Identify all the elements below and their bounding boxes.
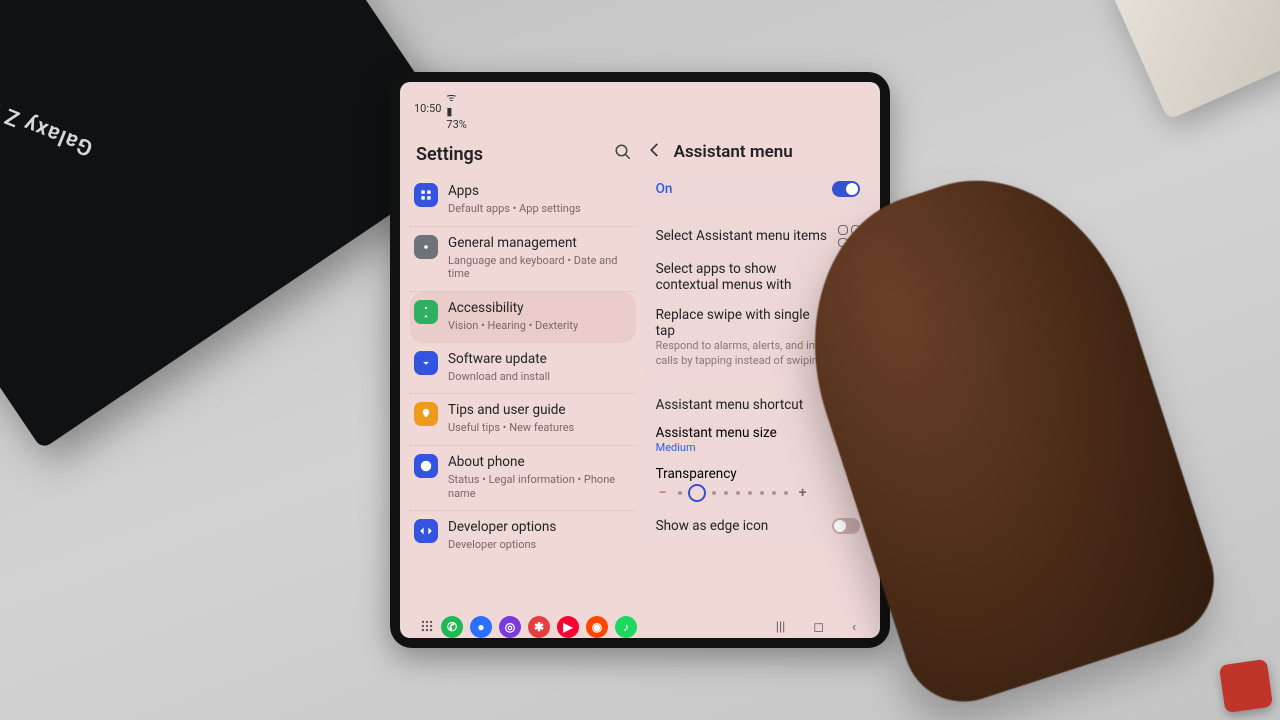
sidebar-item-sub: Useful tips • New features <box>448 421 574 435</box>
sidebar-item-tips[interactable]: Tips and user guide Useful tips • New fe… <box>410 394 636 446</box>
wifi-icon: ᯤ <box>446 90 864 105</box>
status-right: ᯤ ▮ 73% <box>441 86 870 131</box>
sidebar-item-general-management[interactable]: General management Language and keyboard… <box>410 227 636 292</box>
status-bar: 10:50 ᯤ ▮ 73% <box>400 82 880 133</box>
settings-master-panel: Settings Apps Default apps • App setting… <box>400 133 640 612</box>
page-title: Settings <box>416 144 483 165</box>
accessibility-icon <box>414 300 438 324</box>
app-drawer-icon[interactable] <box>420 618 434 637</box>
edge-row[interactable]: Show as edge icon <box>656 518 860 534</box>
detail-title: Assistant menu <box>674 142 793 162</box>
lightbulb-icon <box>414 402 438 426</box>
back-button[interactable] <box>646 141 664 163</box>
size-row[interactable]: Assistant menu size Medium <box>656 425 860 454</box>
master-toggle[interactable] <box>832 181 860 197</box>
replace-swipe-desc: Respond to alarms, alerts, and incoming … <box>656 339 860 369</box>
download-icon <box>414 351 438 375</box>
sidebar-item-label: Developer options <box>448 519 556 536</box>
select-apps-row[interactable]: Select apps to show contextual menus wit… <box>656 261 860 293</box>
size-value: Medium <box>656 441 860 454</box>
channel-watermark <box>1219 659 1273 713</box>
dock-app-spotify[interactable]: ♪ <box>615 616 637 638</box>
screen: 10:50 ᯤ ▮ 73% Settings Apps <box>400 82 880 638</box>
replace-swipe-label: Replace swipe with single tap <box>656 307 826 339</box>
transparency-slider[interactable]: − + <box>656 482 860 506</box>
dock-app-reddit[interactable]: ◉ <box>586 616 608 638</box>
battery-text: 73% <box>446 118 864 131</box>
sidebar-item-sub: Language and keyboard • Date and time <box>448 254 630 282</box>
tablet-device: 10:50 ᯤ ▮ 73% Settings Apps <box>390 72 890 648</box>
sidebar-item-label: About phone <box>448 454 630 471</box>
taskbar: ✆ ● ◎ ✱ ▶ ◉ ♪ ||| ◻ ‹ <box>400 612 880 638</box>
dock-app-gallery[interactable]: ✱ <box>528 616 550 638</box>
shortcut-toggle[interactable] <box>832 397 860 413</box>
sidebar-item-developer-options[interactable]: Developer options Developer options <box>410 511 636 562</box>
select-items-label: Select Assistant menu items <box>656 228 827 244</box>
sidebar-item-label: General management <box>448 235 630 252</box>
slider-thumb[interactable] <box>688 484 706 502</box>
info-icon <box>414 454 438 478</box>
transparency-row: Transparency − + <box>656 466 860 506</box>
sidebar-item-sub: Status • Legal information • Phone name <box>448 473 630 501</box>
sidebar-item-sub: Vision • Hearing • Dexterity <box>448 319 578 333</box>
edge-toggle[interactable] <box>832 518 860 534</box>
dock-app-messages[interactable]: ● <box>470 616 492 638</box>
signal-icon: ▮ <box>446 105 864 118</box>
replace-swipe-row[interactable]: Replace swipe with single tap Respond to… <box>656 307 860 369</box>
slider-minus[interactable]: − <box>656 485 670 501</box>
apps-icon <box>414 183 438 207</box>
slider-plus[interactable]: + <box>796 485 810 501</box>
sidebar-item-sub: Developer options <box>448 538 556 552</box>
dock-app-browser[interactable]: ◎ <box>499 616 521 638</box>
sidebar-item-label: Apps <box>448 183 581 200</box>
sidebar-item-about-phone[interactable]: About phone Status • Legal information •… <box>410 446 636 511</box>
sidebar-item-label: Tips and user guide <box>448 402 574 419</box>
select-items-row[interactable]: Select Assistant menu items <box>656 225 860 247</box>
soft-nav: ||| ◻ ‹ <box>776 620 870 635</box>
shortcut-label: Assistant menu shortcut <box>656 397 804 413</box>
sidebar-item-label: Accessibility <box>448 300 578 317</box>
nav-back[interactable]: ‹ <box>852 620 856 635</box>
sidebar-item-apps[interactable]: Apps Default apps • App settings <box>410 175 636 227</box>
product-box-label: Galaxy Z Fold6 <box>0 77 96 160</box>
status-time: 10:50 <box>414 102 441 115</box>
edge-label: Show as edge icon <box>656 518 769 534</box>
dock-app-phone[interactable]: ✆ <box>441 616 463 638</box>
search-icon[interactable] <box>614 143 632 165</box>
master-toggle-label: On <box>656 181 673 197</box>
sidebar-item-accessibility[interactable]: Accessibility Vision • Hearing • Dexteri… <box>410 292 636 343</box>
sidebar-item-label: Software update <box>448 351 550 368</box>
assistant-floating-icon[interactable] <box>838 225 860 247</box>
nav-recents[interactable]: ||| <box>776 620 786 635</box>
settings-detail-panel: Assistant menu On Select Assistant menu … <box>640 133 880 612</box>
sidebar-item-sub: Download and install <box>448 370 550 384</box>
dock-app-youtube[interactable]: ▶ <box>557 616 579 638</box>
transparency-label: Transparency <box>656 466 860 482</box>
sidebar-item-sub: Default apps • App settings <box>448 202 581 216</box>
select-apps-label: Select apps to show contextual menus wit… <box>656 261 836 293</box>
size-label: Assistant menu size <box>656 425 860 441</box>
code-icon <box>414 519 438 543</box>
sidebar-item-software-update[interactable]: Software update Download and install <box>410 343 636 395</box>
settings-gear-icon <box>414 235 438 259</box>
nav-home[interactable]: ◻ <box>813 620 824 635</box>
shortcut-row[interactable]: Assistant menu shortcut <box>656 397 860 413</box>
master-toggle-card: On <box>644 171 872 207</box>
